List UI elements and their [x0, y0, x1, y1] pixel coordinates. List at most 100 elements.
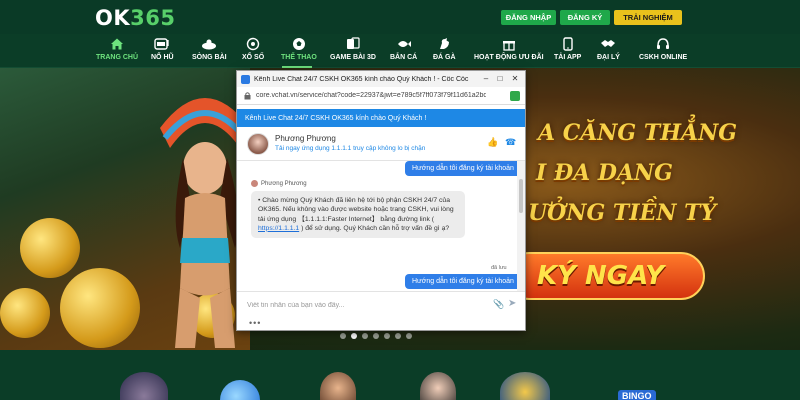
- game-character-image[interactable]: [120, 372, 168, 400]
- game-character-image[interactable]: [320, 372, 356, 400]
- thumbs-up-icon[interactable]: 👍: [487, 137, 498, 148]
- nav-item-song-bai[interactable]: SÒNG BÀI: [192, 36, 227, 66]
- nav-item-dai-ly[interactable]: ĐẠI LÝ: [597, 36, 620, 66]
- carousel-dot[interactable]: [340, 333, 346, 339]
- agent-name: Phương Phương: [275, 134, 336, 143]
- app-download-link[interactable]: https://1.1.1.1: [258, 225, 299, 232]
- nav-item-tai-app[interactable]: TẢI APP: [554, 36, 581, 66]
- game-character-image[interactable]: [420, 372, 456, 400]
- carousel-dot[interactable]: [373, 333, 379, 339]
- nav-item-no-hu[interactable]: NỔ HŨ: [151, 36, 174, 66]
- game-character-image[interactable]: [220, 380, 260, 400]
- carousel-dot[interactable]: [362, 333, 368, 339]
- gold-coins-image: [20, 218, 80, 278]
- agent-message-text: • Chào mừng Quý Khách đã liên hệ tới bộ …: [258, 197, 454, 223]
- scrollbar-thumb[interactable]: [519, 179, 523, 213]
- nav-label: NỔ HŨ: [151, 54, 174, 61]
- lottery-icon: [245, 36, 261, 52]
- agent-subtitle-link[interactable]: Tải ngay ứng dụng 1.1.1.1 truy cập không…: [275, 145, 425, 152]
- carousel-dot[interactable]: [395, 333, 401, 339]
- window-titlebar[interactable]: Kênh Live Chat 24/7 CSKH OK365 kính chào…: [237, 71, 525, 87]
- minimize-icon[interactable]: –: [481, 74, 491, 84]
- message-composer: 📎 ➤: [237, 291, 525, 317]
- game-character-image[interactable]: [500, 372, 550, 400]
- user-message-bubble: Hướng dẫn tôi đăng ký tài khoản: [405, 274, 521, 289]
- carousel-dot[interactable]: [351, 333, 357, 339]
- browser-favicon-icon: [241, 74, 250, 84]
- chat-header-title: Kênh Live Chat 24/7 CSKH OK365 kính chào…: [245, 114, 427, 122]
- login-button[interactable]: ĐĂNG NHẬP: [501, 10, 556, 25]
- lock-icon: [244, 92, 251, 100]
- live-chat-window: Kênh Live Chat 24/7 CSKH OK365 kính chào…: [236, 70, 526, 331]
- register-button[interactable]: ĐĂNG KÝ: [560, 10, 610, 25]
- logo-text-main: OK: [95, 6, 131, 30]
- close-icon[interactable]: ✕: [510, 74, 520, 84]
- message-sender: Phương Phương: [251, 180, 307, 187]
- carousel-dots: [340, 333, 412, 339]
- banner-tagline-1: A CĂNG THẲNG: [538, 120, 737, 146]
- message-input[interactable]: [247, 298, 477, 312]
- sender-name: Phương Phương: [261, 180, 307, 187]
- nav-label: BẮN CÁ: [390, 54, 418, 61]
- headset-icon: [655, 36, 671, 52]
- agent-message-bubble: • Chào mừng Quý Khách đã liên hệ tới bộ …: [251, 191, 465, 239]
- nav-item-xo-so[interactable]: XỔ SỐ: [242, 36, 264, 66]
- nav-item-hoat-dong-uu-dai[interactable]: HOẠT ĐỘNG ƯU ĐÃI: [474, 36, 544, 66]
- more-options-icon[interactable]: •••: [249, 318, 261, 328]
- nav-item-da-ga[interactable]: ĐÁ GÀ: [433, 36, 456, 66]
- nav-label: TRANG CHỦ: [96, 54, 138, 61]
- banner-tagline-2: I ĐA DẠNG: [536, 160, 673, 186]
- nav-label: TẢI APP: [554, 54, 582, 61]
- bingo-badge: BINGO: [618, 390, 656, 400]
- url-text[interactable]: core.vchat.vn/service/chat?code=22937&jw…: [256, 92, 486, 99]
- window-title: Kênh Live Chat 24/7 CSKH OK365 kính chào…: [254, 75, 469, 83]
- nav-label: THỂ THAO: [281, 54, 317, 61]
- phone-call-icon[interactable]: ☎: [505, 137, 516, 148]
- register-now-button[interactable]: KÝ NGAY: [505, 252, 705, 300]
- gold-coins-image: [60, 268, 140, 348]
- nav-item-trang-chu[interactable]: TRANG CHỦ: [96, 36, 138, 66]
- banner-tagline-3: ƯỞNG TIỀN TỶ: [528, 200, 717, 226]
- rooster-icon: [436, 36, 452, 52]
- nav-label: XỔ SỐ: [242, 54, 265, 61]
- casino-icon: [201, 36, 217, 52]
- logo-text-accent: 365: [130, 6, 176, 30]
- chat-header: Kênh Live Chat 24/7 CSKH OK365 kính chào…: [237, 109, 525, 127]
- nav-label: ĐẠI LÝ: [597, 54, 620, 61]
- gift-icon: [501, 36, 517, 52]
- send-icon[interactable]: ➤: [508, 298, 516, 309]
- brand-logo[interactable]: OK365: [95, 6, 175, 30]
- nav-label: ĐÁ GÀ: [433, 54, 456, 61]
- maximize-icon[interactable]: □: [495, 74, 505, 84]
- trial-button[interactable]: TRẢI NGHIỆM: [614, 10, 682, 25]
- home-icon: [109, 36, 125, 52]
- gold-coins-image: [0, 288, 50, 338]
- attachment-icon[interactable]: 📎: [493, 299, 504, 310]
- cards-icon: [345, 36, 361, 52]
- fish-icon: [396, 36, 412, 52]
- main-nav: TRANG CHỦ NỔ HŨ SÒNG BÀI XỔ SỐ THỂ THAO …: [0, 34, 800, 68]
- handshake-icon: [600, 36, 616, 52]
- game-category-strip: BINGO: [0, 350, 800, 400]
- agent-message-text: ) để sử dụng. Quý Khách cần hỗ trợ vấn đ…: [299, 224, 450, 232]
- nav-item-ban-ca[interactable]: BẮN CÁ: [390, 36, 417, 66]
- nav-item-the-thao[interactable]: THỂ THAO: [281, 36, 317, 66]
- address-bar: core.vchat.vn/service/chat?code=22937&jw…: [237, 87, 525, 105]
- phone-icon: [560, 36, 576, 52]
- nav-label: SÒNG BÀI: [192, 54, 227, 61]
- message-status: đã lưu: [491, 265, 507, 271]
- agent-avatar: [247, 133, 269, 155]
- carousel-dot[interactable]: [406, 333, 412, 339]
- nav-label: GAME BÀI 3D: [330, 54, 376, 61]
- chat-scrollbar[interactable]: [517, 161, 525, 291]
- soccer-icon: [291, 36, 307, 52]
- slot-icon: [154, 36, 170, 52]
- download-icon[interactable]: [510, 91, 520, 101]
- nav-item-cskh-online[interactable]: CSKH ONLINE: [639, 36, 687, 66]
- carousel-dot[interactable]: [384, 333, 390, 339]
- nav-item-game-bai-3d[interactable]: GAME BÀI 3D: [330, 36, 376, 66]
- nav-label: HOẠT ĐỘNG ƯU ĐÃI: [474, 54, 544, 61]
- nav-label: CSKH ONLINE: [639, 54, 688, 61]
- top-header: OK365 ĐĂNG NHẬP ĐĂNG KÝ TRẢI NGHIỆM: [0, 0, 800, 34]
- sender-avatar: [251, 180, 258, 187]
